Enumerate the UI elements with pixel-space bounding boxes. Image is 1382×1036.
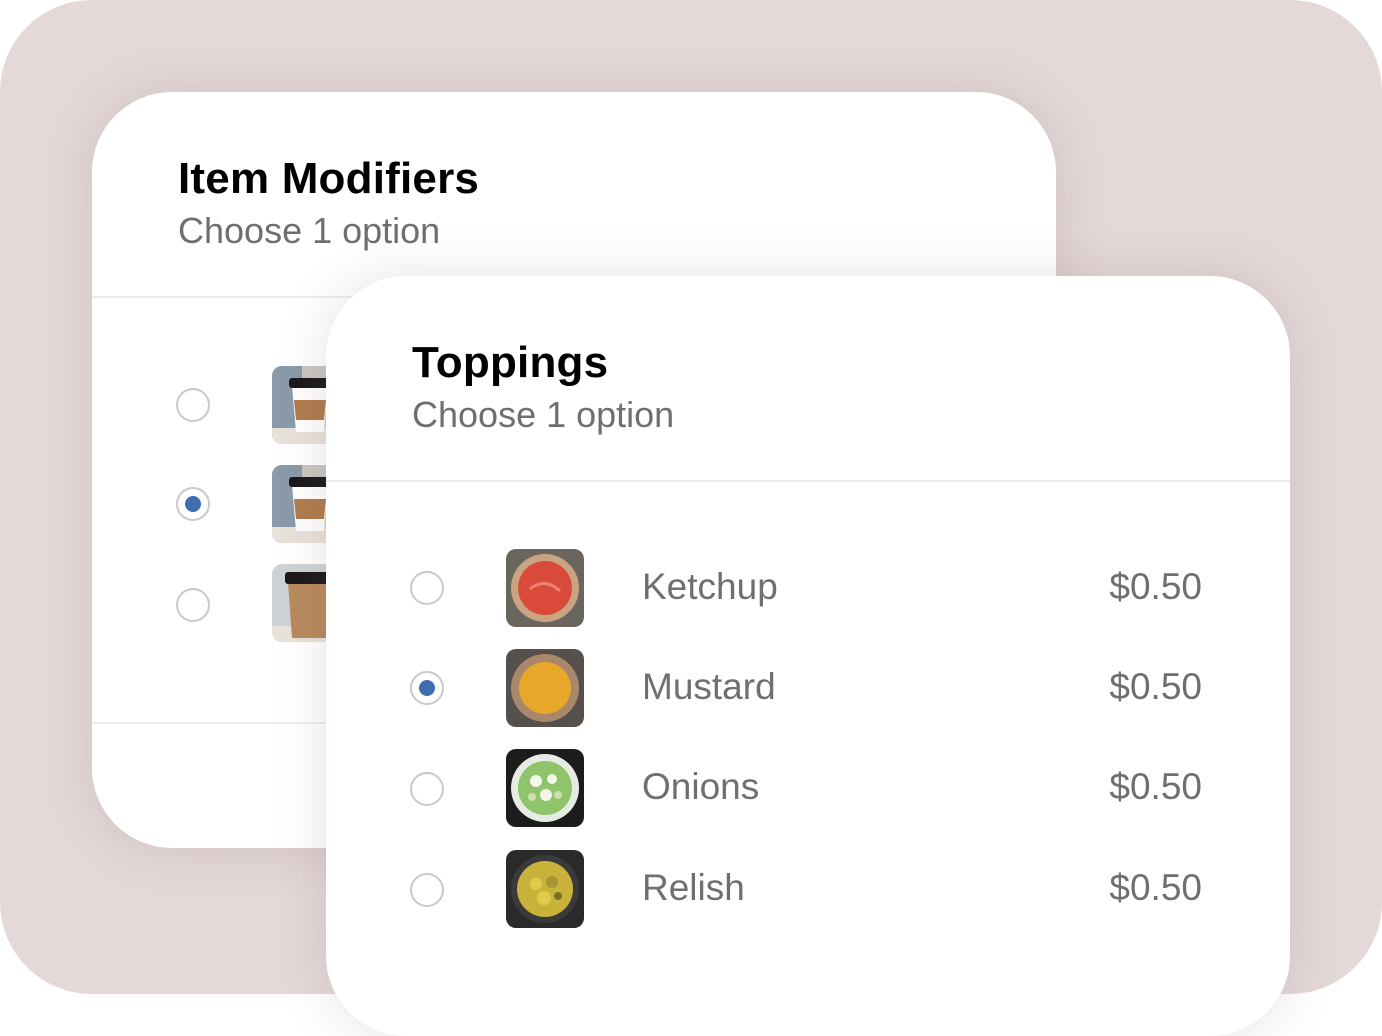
onions-bowl-icon bbox=[506, 749, 584, 827]
topping-price: $0.50 bbox=[1109, 766, 1202, 807]
modifier-radio-2[interactable] bbox=[176, 487, 210, 521]
topping-radio[interactable] bbox=[410, 571, 444, 605]
topping-label: Ketchup bbox=[642, 566, 778, 607]
toppings-title: Toppings bbox=[412, 338, 609, 387]
topping-label: Mustard bbox=[642, 666, 776, 707]
ketchup-bowl-icon bbox=[506, 549, 584, 627]
topping-label: Onions bbox=[642, 766, 760, 807]
toppings-card: Toppings Choose 1 option Ketchup $0.50 M… bbox=[326, 276, 1290, 1036]
topping-radio[interactable] bbox=[410, 772, 444, 806]
topping-price: $0.50 bbox=[1109, 566, 1202, 607]
topping-radio[interactable] bbox=[410, 671, 444, 705]
item-modifiers-title: Item Modifiers bbox=[178, 154, 480, 203]
modifier-radio-1[interactable] bbox=[176, 388, 210, 422]
relish-bowl-icon bbox=[506, 850, 584, 928]
item-modifiers-subtitle: Choose 1 option bbox=[178, 210, 441, 251]
topping-price: $0.50 bbox=[1109, 867, 1202, 908]
topping-price: $0.50 bbox=[1109, 666, 1202, 707]
header-divider bbox=[326, 480, 1290, 482]
modifier-radio-3[interactable] bbox=[176, 588, 210, 622]
topping-radio[interactable] bbox=[410, 873, 444, 907]
topping-label: Relish bbox=[642, 867, 745, 908]
mustard-bowl-icon bbox=[506, 649, 584, 727]
toppings-subtitle: Choose 1 option bbox=[412, 394, 675, 435]
